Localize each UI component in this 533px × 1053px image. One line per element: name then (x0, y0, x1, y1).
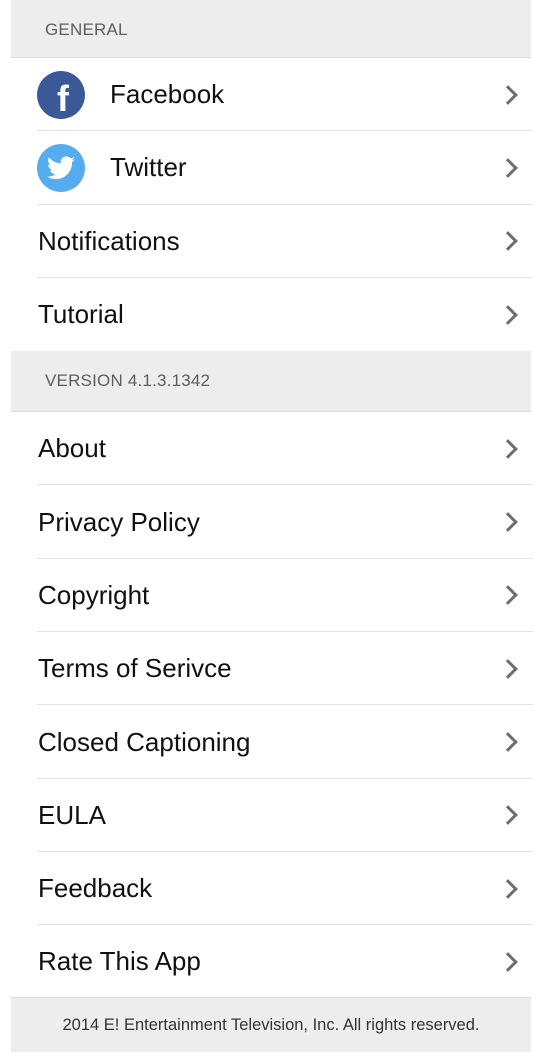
chevron-right-icon (498, 805, 518, 826)
chevron-right-icon (498, 732, 518, 752)
chevron-right-icon (498, 438, 518, 459)
settings-item-facebook[interactable]: f Facebook (0, 58, 533, 132)
settings-item-eula[interactable]: EULA (0, 779, 533, 853)
settings-item-label: Twitter (110, 152, 187, 183)
section-header-version: VERSION 4.1.3.1342 (11, 351, 531, 413)
settings-item-tutorial[interactable]: Tutorial (0, 278, 533, 351)
chevron-right-icon (498, 84, 518, 105)
section-header-general: GENERAL (11, 0, 531, 58)
settings-item-label: Feedback (38, 873, 153, 904)
settings-item-about[interactable]: About (0, 412, 533, 486)
settings-item-label: Privacy Policy (38, 506, 200, 537)
chevron-right-icon (498, 878, 518, 899)
section-header-label: VERSION 4.1.3.1342 (45, 371, 211, 391)
copyright-footer: 2014 E! Entertainment Television, Inc. A… (11, 997, 531, 1052)
settings-item-rate-this-app[interactable]: Rate This App (0, 925, 533, 998)
settings-item-notifications[interactable]: Notifications (0, 205, 533, 279)
chevron-right-icon (498, 658, 518, 679)
settings-item-label: Closed Captioning (38, 726, 251, 757)
footer-text: 2014 E! Entertainment Television, Inc. A… (62, 1015, 480, 1034)
chevron-right-icon (498, 158, 518, 178)
settings-item-terms-of-service[interactable]: Terms of Serivce (0, 632, 533, 706)
settings-item-label: EULA (38, 799, 106, 830)
settings-item-label: Facebook (110, 79, 225, 110)
twitter-icon (37, 143, 85, 192)
section-header-label: GENERAL (45, 19, 128, 39)
chevron-right-icon (498, 231, 518, 252)
chevron-right-icon (498, 585, 518, 606)
settings-item-feedback[interactable]: Feedback (0, 852, 533, 926)
settings-item-twitter[interactable]: Twitter (0, 131, 533, 205)
settings-item-closed-captioning[interactable]: Closed Captioning (0, 705, 533, 779)
facebook-icon: f (37, 70, 85, 119)
settings-item-label: Tutorial (38, 299, 124, 330)
chevron-right-icon (498, 512, 518, 533)
chevron-right-icon (498, 304, 518, 325)
settings-screen: GENERAL f Facebook Twitter Notifications… (0, 0, 533, 1053)
settings-item-label: Notifications (38, 225, 180, 256)
settings-item-label: Rate This App (38, 946, 201, 977)
settings-item-copyright[interactable]: Copyright (0, 559, 533, 633)
settings-item-label: Terms of Serivce (38, 653, 232, 684)
settings-item-label: About (38, 433, 106, 464)
settings-item-privacy-policy[interactable]: Privacy Policy (0, 485, 533, 560)
settings-item-label: Copyright (38, 579, 150, 610)
chevron-right-icon (498, 952, 518, 972)
